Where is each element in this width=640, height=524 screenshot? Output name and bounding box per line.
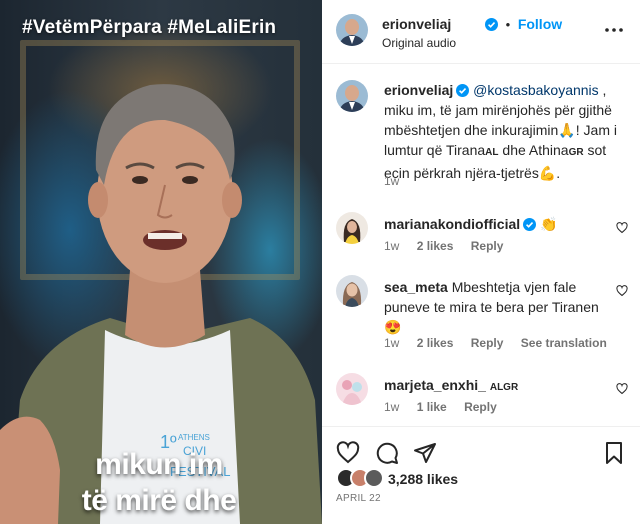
comment-timestamp[interactable]: 1w	[384, 336, 399, 350]
bookmark-icon[interactable]	[602, 441, 626, 465]
speaker-video-frame: 1º ATHENS CIVI FESTIVAL	[0, 84, 322, 524]
comment-likes-count[interactable]: 2 likes	[417, 336, 454, 350]
commenter-avatar[interactable]	[336, 212, 368, 244]
author-avatar[interactable]	[336, 14, 368, 46]
comment-username[interactable]: marianakondiofficial	[384, 216, 520, 232]
pray-emoji-icon: 🙏	[558, 122, 576, 138]
comment-timestamp[interactable]: 1w	[384, 400, 399, 414]
post-header: erionveliaj • Follow Original audio	[322, 0, 640, 64]
comment-likes-count[interactable]: 2 likes	[417, 239, 454, 253]
svg-text:ATHENS: ATHENS	[178, 433, 210, 442]
comment-username[interactable]: marjeta_enxhi_	[384, 377, 486, 393]
caption-author-avatar[interactable]	[336, 80, 368, 112]
comment-username[interactable]: sea_meta	[384, 279, 448, 295]
likers-avatars	[336, 468, 388, 490]
video-subtitle-line-1: mikun im	[95, 448, 223, 481]
video-subtitle-line-2: të mirë dhe	[81, 484, 237, 517]
comment-body: marjeta_enxhi_ ALGR	[384, 375, 606, 398]
follow-button[interactable]: Follow	[518, 16, 562, 32]
heart-icon[interactable]	[336, 441, 360, 465]
caption-timestamp[interactable]: 1w	[384, 174, 399, 188]
author-username[interactable]: erionveliaj	[382, 16, 451, 32]
commenter-avatar[interactable]	[336, 275, 368, 307]
post-media[interactable]: 1º ATHENS CIVI FESTIVAL #VetëmPërpara #M…	[0, 0, 322, 524]
clapping-emoji-icon: 👏	[540, 216, 558, 232]
more-options-icon[interactable]	[604, 22, 624, 38]
see-translation-button[interactable]: See translation	[521, 336, 607, 350]
muscle-emoji-icon: 💪	[538, 165, 557, 181]
caption-text: erionveliaj @kostasbakoyannis , miku im,…	[384, 80, 632, 183]
liker-avatar	[364, 468, 384, 488]
comment-body: sea_meta Mbeshtetja vjen fale puneve te …	[384, 277, 606, 337]
post-date[interactable]: APRIL 22	[336, 493, 381, 504]
comment-like-heart-icon[interactable]	[616, 285, 628, 297]
verified-badge-icon	[485, 18, 498, 31]
video-hashtags-overlay: #VetëmPërpara #MeLaliErin	[22, 17, 277, 38]
caption-username[interactable]: erionveliaj	[384, 82, 453, 98]
greece-flag-icon: GR	[568, 147, 584, 158]
post-details-panel: erionveliaj • Follow Original audio erio…	[322, 0, 640, 524]
separator-dot: •	[505, 17, 511, 32]
comment-likes-count[interactable]: 1 like	[417, 400, 447, 414]
header-meta: • Follow	[482, 16, 562, 32]
reply-button[interactable]: Reply	[471, 239, 504, 253]
share-icon[interactable]	[413, 441, 437, 465]
comment-timestamp[interactable]: 1w	[384, 239, 399, 253]
verified-badge-icon	[456, 84, 470, 97]
verified-badge-icon	[523, 218, 537, 231]
comment-actions: 1w 2 likes Reply	[384, 239, 517, 253]
comment-like-heart-icon[interactable]	[616, 222, 628, 234]
commenter-avatar[interactable]	[336, 373, 368, 405]
flags-emoji-icon: ALGR	[489, 382, 519, 393]
comment-actions: 1w 1 like Reply	[384, 400, 511, 414]
albania-flag-icon: AL	[485, 147, 499, 158]
comment-body: marianakondiofficial 👏	[384, 214, 606, 234]
caption-body-5: .	[556, 165, 561, 181]
comment-like-heart-icon[interactable]	[616, 383, 628, 395]
likes-count[interactable]: 3,288 likes	[388, 471, 458, 487]
reply-button[interactable]: Reply	[464, 400, 497, 414]
caption-body-3: dhe Athina	[498, 142, 569, 158]
caption-mention-link[interactable]: @kostasbakoyannis	[473, 82, 599, 98]
comment-icon[interactable]	[375, 441, 399, 465]
audio-label[interactable]: Original audio	[382, 36, 456, 50]
comment-actions: 1w 2 likes Reply See translation	[384, 336, 621, 350]
reply-button[interactable]: Reply	[471, 336, 504, 350]
